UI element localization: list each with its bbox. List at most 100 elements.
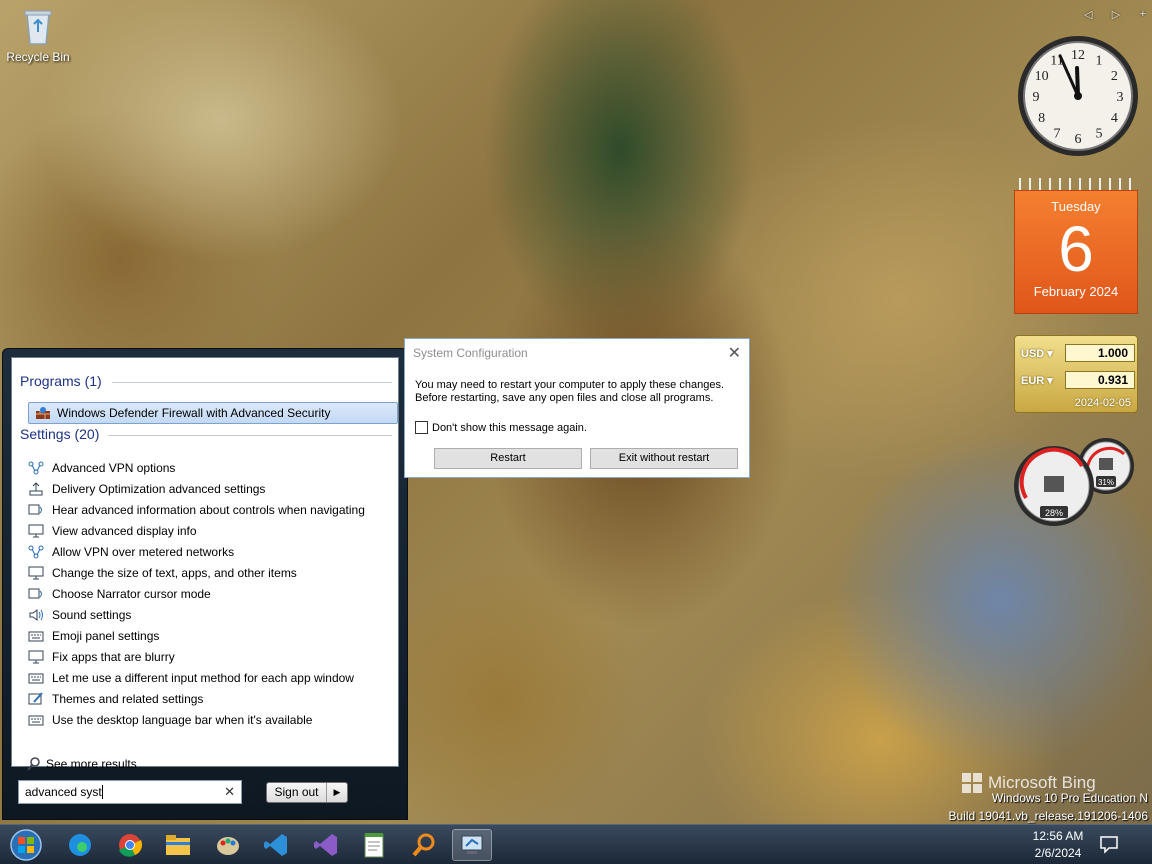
clock-numeral: 7	[1054, 126, 1061, 141]
settings-result-label: Delivery Optimization advanced settings	[52, 482, 266, 496]
settings-result-item[interactable]: View advanced display info	[28, 521, 197, 541]
action-center-button[interactable]	[1098, 833, 1120, 855]
clock-numeral: 3	[1117, 90, 1124, 105]
clock-gadget[interactable]: 12 1 2 3 4 5 6 7 8 9 10 11	[1016, 34, 1140, 158]
currency-code-usd[interactable]: USD ▾	[1021, 347, 1065, 360]
taskbar-visual-studio[interactable]	[310, 829, 342, 861]
clock-numeral: 4	[1111, 111, 1118, 126]
search-magnifier-icon	[412, 833, 435, 857]
settings-result-label: Use the desktop language bar when it's a…	[52, 713, 313, 727]
firewall-icon	[36, 407, 50, 419]
settings-result-item[interactable]: Allow VPN over metered networks	[28, 542, 234, 562]
narrator-icon	[28, 503, 44, 517]
recycle-bin-label: Recycle Bin	[6, 50, 70, 64]
start-button[interactable]	[8, 829, 44, 861]
taskbar-notepad[interactable]	[358, 829, 390, 861]
notification-icon	[1100, 836, 1118, 854]
brush-icon	[28, 692, 44, 706]
taskbar-clock[interactable]: 12:56 AM 2/6/2024	[1020, 828, 1096, 862]
search-results-panel: Programs (1) Windows Defender Firewall w…	[11, 357, 399, 771]
file-explorer-icon	[166, 835, 190, 855]
taskbar-search-tool[interactable]	[408, 829, 440, 861]
settings-result-item[interactable]: Advanced VPN options	[28, 458, 175, 478]
start-orb-icon	[10, 829, 42, 861]
taskbar-file-explorer[interactable]	[162, 829, 194, 861]
recycle-bin-shortcut[interactable]: Recycle Bin	[2, 6, 74, 64]
edge-icon	[69, 834, 91, 856]
calendar-weekday: Tuesday	[1051, 199, 1101, 214]
checkbox-label: Don't show this message again.	[432, 421, 587, 434]
start-menu: Programs (1) Windows Defender Firewall w…	[2, 348, 408, 820]
settings-result-item[interactable]: Fix apps that are blurry	[28, 647, 175, 667]
clock-numeral: 2	[1111, 69, 1118, 84]
settings-result-item[interactable]: Themes and related settings	[28, 689, 203, 709]
keyboard-icon	[28, 671, 44, 685]
dialog-close-icon[interactable]: ✕	[728, 343, 741, 363]
settings-result-label: Choose Narrator cursor mode	[52, 587, 211, 601]
checkbox-box[interactable]	[415, 421, 428, 434]
calendar-rings	[1014, 178, 1138, 190]
calendar-gadget[interactable]: Tuesday 6 February 2024	[1014, 178, 1138, 314]
cpu-chip-icon	[1044, 476, 1064, 492]
restart-button[interactable]: Restart	[434, 448, 582, 469]
windows-build-text: Build 19041.vb_release.191206-1406	[948, 809, 1149, 823]
settings-result-label: Allow VPN over metered networks	[52, 545, 235, 559]
currency-value-usd[interactable]: 1.000	[1065, 344, 1135, 362]
taskbar-vscode[interactable]	[260, 829, 292, 861]
settings-result-label: Fix apps that are blurry	[52, 650, 175, 664]
taskbar-date: 2/6/2024	[1034, 846, 1082, 860]
program-result-label: Windows Defender Firewall with Advanced …	[57, 406, 331, 420]
settings-result-label: Sound settings	[52, 608, 132, 622]
see-more-results-link[interactable]: See more results	[26, 756, 137, 772]
settings-result-item[interactable]: Let me use a different input method for …	[28, 668, 354, 688]
settings-result-item[interactable]: Use the desktop language bar when it's a…	[28, 710, 312, 730]
monitor-icon	[28, 650, 44, 664]
clock-numeral: 10	[1035, 69, 1049, 84]
dont-show-again-checkbox[interactable]: Don't show this message again.	[415, 421, 587, 434]
settings-result-label: Themes and related settings	[52, 692, 204, 706]
taskbar-system-configuration[interactable]	[452, 829, 492, 861]
start-search-input[interactable]: advanced syst ✕	[18, 780, 242, 804]
memory-chip-icon	[1099, 458, 1113, 470]
gadget-add-button[interactable]: +	[1140, 8, 1146, 22]
visual-studio-icon	[314, 834, 337, 856]
settings-result-item[interactable]: Sound settings	[28, 605, 131, 625]
cpu-meter-gadget[interactable]: 31% 28%	[1014, 436, 1140, 528]
cpu-percent-text: 28%	[1045, 508, 1063, 518]
windows-edition-text: Windows 10 Pro Education N	[991, 791, 1148, 805]
settings-result-label: Change the size of text, apps, and other…	[52, 566, 297, 580]
program-result-firewall[interactable]: Windows Defender Firewall with Advanced …	[28, 402, 398, 424]
taskbar-edge[interactable]	[64, 829, 96, 861]
currency-value-eur[interactable]: 0.931	[1065, 371, 1135, 389]
taskbar-time: 12:56 AM	[1032, 829, 1084, 843]
taskbar-paint[interactable]	[212, 829, 244, 861]
network-icon	[28, 461, 44, 475]
recycle-bin-icon	[21, 6, 55, 46]
currency-gadget[interactable]: USD ▾ 1.000 EUR ▾ 0.931 2024-02-05	[1014, 335, 1138, 413]
programs-header: Programs (1)	[20, 373, 102, 389]
vscode-icon	[264, 834, 287, 856]
speaker-icon	[28, 608, 44, 622]
clock-numeral: 12	[1071, 48, 1085, 63]
monitor-icon	[28, 566, 44, 580]
clear-search-icon[interactable]: ✕	[224, 784, 235, 800]
settings-result-item[interactable]: Emoji panel settings	[28, 626, 159, 646]
search-icon	[27, 757, 40, 771]
gadget-next-button[interactable]: ▷	[1112, 8, 1120, 22]
sign-out-button[interactable]: Sign out ▶	[266, 782, 348, 803]
settings-result-label: Advanced VPN options	[52, 461, 176, 475]
exit-without-restart-button[interactable]: Exit without restart	[590, 448, 738, 469]
gadget-controls: ◁ ▷ +	[1084, 8, 1146, 22]
dialog-message: You may need to restart your computer to…	[415, 379, 724, 404]
currency-code-eur[interactable]: EUR ▾	[1021, 374, 1065, 387]
calendar-month-year: February 2024	[1033, 284, 1119, 299]
taskbar-chrome[interactable]	[114, 829, 146, 861]
settings-result-item[interactable]: Change the size of text, apps, and other…	[28, 563, 297, 583]
power-options-arrow-icon[interactable]: ▶	[327, 783, 347, 802]
gadget-prev-button[interactable]: ◁	[1084, 8, 1092, 22]
sign-out-label: Sign out	[267, 783, 327, 802]
currency-date: 2024-02-05	[1074, 397, 1131, 409]
settings-result-item[interactable]: Hear advanced information about controls…	[28, 500, 365, 520]
settings-result-item[interactable]: Choose Narrator cursor mode	[28, 584, 211, 604]
settings-result-item[interactable]: Delivery Optimization advanced settings	[28, 479, 265, 499]
